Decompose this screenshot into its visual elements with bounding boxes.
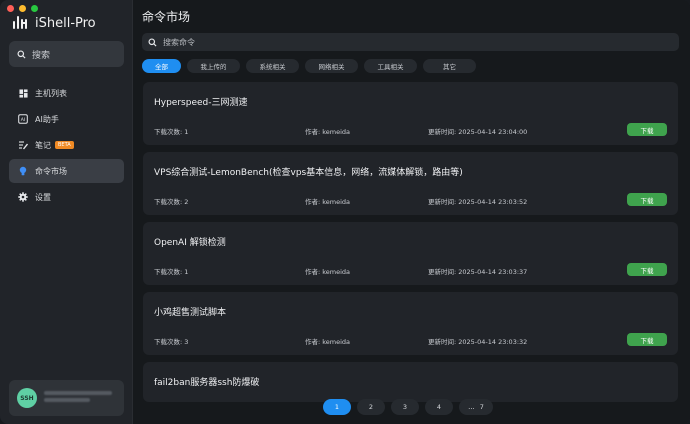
page-button-3[interactable]: 3	[391, 399, 419, 415]
download-button[interactable]: 下载	[627, 263, 667, 276]
updated-time: 更新时间: 2025-04-14 23:04:00	[428, 128, 528, 136]
command-card: OpenAI 解锁检测 下载次数: 1 作者: kemeida 更新时间: 20…	[143, 222, 678, 285]
page-button-last[interactable]: ... 7	[459, 399, 493, 415]
sidebar: iShell-Pro 搜索 主机列表 AI AI助手 笔记 BETA 命令市场 …	[0, 0, 133, 424]
command-author: 作者: kemeida	[305, 198, 351, 206]
gear-icon	[18, 192, 28, 202]
command-title: fail2ban服务器ssh防爆破	[154, 378, 260, 388]
sidebar-item-settings[interactable]: 设置	[9, 185, 124, 209]
user-info-redacted	[44, 391, 114, 405]
zoom-window-button[interactable]	[31, 5, 38, 12]
command-title: Hyperspeed-三网测速	[154, 98, 248, 108]
download-button[interactable]: 下载	[627, 333, 667, 346]
command-title: 小鸡超售测试脚本	[154, 308, 227, 318]
minimize-window-button[interactable]	[19, 5, 26, 12]
app-name: iShell-Pro	[35, 15, 96, 31]
sidebar-search[interactable]: 搜索	[9, 41, 124, 67]
updated-time: 更新时间: 2025-04-14 23:03:32	[428, 338, 528, 346]
pagination-ellipsis: ...	[468, 403, 475, 411]
window-controls	[7, 5, 38, 12]
sidebar-item-label: 命令市场	[35, 166, 67, 176]
ai-icon: AI	[18, 114, 28, 124]
page-button-2[interactable]: 2	[357, 399, 385, 415]
tab-other[interactable]: 其它	[423, 59, 476, 73]
sidebar-item-hosts[interactable]: 主机列表	[9, 81, 124, 105]
beta-badge: BETA	[55, 141, 74, 149]
note-icon	[18, 140, 28, 150]
command-author: 作者: kemeida	[305, 268, 351, 276]
command-title: VPS综合测试-LemonBench(检查vps基本信息，网络，流媒体解锁，路由…	[154, 168, 463, 178]
command-card: Hyperspeed-三网测速 下载次数: 1 作者: kemeida 更新时间…	[143, 82, 678, 145]
grid-icon	[18, 88, 28, 98]
command-search-input[interactable]: 搜索命令	[142, 33, 679, 51]
brand: iShell-Pro	[12, 15, 96, 31]
command-list: Hyperspeed-三网测速 下载次数: 1 作者: kemeida 更新时间…	[143, 82, 678, 409]
updated-time: 更新时间: 2025-04-14 23:03:52	[428, 198, 528, 206]
page-button-1[interactable]: 1	[323, 399, 351, 415]
tab-network[interactable]: 网络相关	[305, 59, 358, 73]
sidebar-item-label: 主机列表	[35, 88, 67, 98]
avatar: SSH	[17, 388, 37, 408]
updated-time: 更新时间: 2025-04-14 23:03:37	[428, 268, 528, 276]
svg-text:AI: AI	[21, 117, 25, 123]
category-tabs: 全部 我上传的 系统相关 网络相关 工具相关 其它	[142, 59, 476, 73]
main-content: 命令市场 搜索命令 全部 我上传的 系统相关 网络相关 工具相关 其它 Hype…	[133, 0, 690, 424]
sidebar-item-ai[interactable]: AI AI助手	[9, 107, 124, 131]
pagination: 1 2 3 4 ... 7	[323, 399, 493, 415]
page-title: 命令市场	[142, 10, 191, 24]
command-author: 作者: kemeida	[305, 128, 351, 136]
user-profile[interactable]: SSH	[9, 380, 124, 416]
search-icon	[148, 37, 157, 47]
search-icon	[17, 49, 26, 59]
command-card: 小鸡超售测试脚本 下载次数: 3 作者: kemeida 更新时间: 2025-…	[143, 292, 678, 355]
command-author: 作者: kemeida	[305, 338, 351, 346]
download-count: 下载次数: 2	[154, 198, 189, 206]
sidebar-item-label: AI助手	[35, 114, 59, 124]
sidebar-item-command-market[interactable]: 命令市场	[9, 159, 124, 183]
tab-my-uploads[interactable]: 我上传的	[187, 59, 240, 73]
last-page-number: 7	[479, 403, 484, 411]
download-count: 下载次数: 1	[154, 268, 189, 276]
bulb-icon	[18, 166, 28, 176]
sidebar-nav: 主机列表 AI AI助手 笔记 BETA 命令市场 设置	[9, 81, 124, 211]
app-logo-icon	[12, 15, 28, 31]
command-card: fail2ban服务器ssh防爆破	[143, 362, 678, 402]
tab-all[interactable]: 全部	[142, 59, 181, 73]
sidebar-search-label: 搜索	[32, 50, 51, 61]
command-title: OpenAI 解锁检测	[154, 238, 226, 248]
tab-tools[interactable]: 工具相关	[364, 59, 417, 73]
page-button-4[interactable]: 4	[425, 399, 453, 415]
search-placeholder: 搜索命令	[163, 37, 195, 47]
tab-system[interactable]: 系统相关	[246, 59, 299, 73]
sidebar-item-notes[interactable]: 笔记 BETA	[9, 133, 124, 157]
sidebar-item-label: 设置	[35, 192, 51, 202]
download-count: 下载次数: 3	[154, 338, 189, 346]
app-window: iShell-Pro 搜索 主机列表 AI AI助手 笔记 BETA 命令市场 …	[0, 0, 690, 424]
download-button[interactable]: 下载	[627, 193, 667, 206]
download-count: 下载次数: 1	[154, 128, 189, 136]
close-window-button[interactable]	[7, 5, 14, 12]
command-card: VPS综合测试-LemonBench(检查vps基本信息，网络，流媒体解锁，路由…	[143, 152, 678, 215]
download-button[interactable]: 下载	[627, 123, 667, 136]
sidebar-item-label: 笔记	[35, 140, 51, 150]
